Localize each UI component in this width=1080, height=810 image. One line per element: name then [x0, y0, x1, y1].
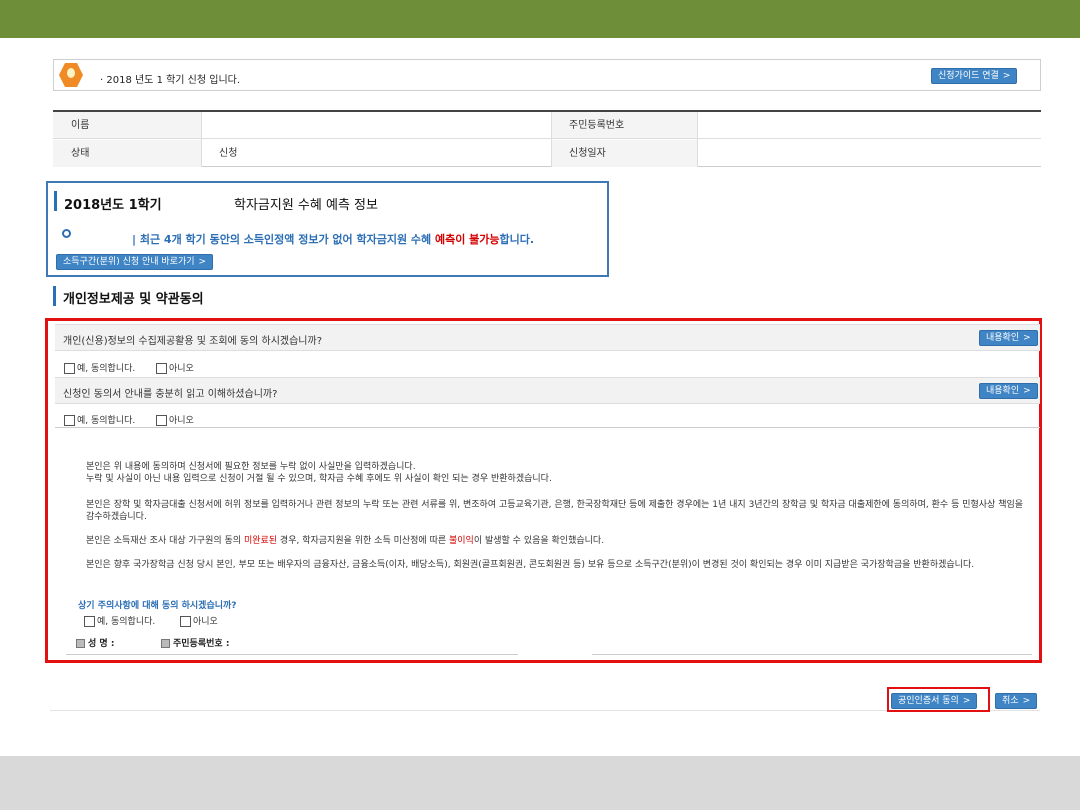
notice-paragraph-2: 본인은 장학 및 학자금대출 신청서에 허위 정보를 입력하거나 관련 정보의 … [86, 500, 1024, 522]
sign-rrn-field[interactable] [592, 654, 1032, 655]
name-value [201, 112, 551, 139]
bullet-square-icon [76, 639, 85, 648]
q3-yes-checkbox[interactable]: 예, 동의합니다. [84, 614, 155, 627]
checkbox-box [156, 415, 167, 426]
view-content-label: 내용확인 [986, 386, 1020, 396]
q2-yes-checkbox[interactable]: 예, 동의합니다. [64, 413, 135, 426]
q1-no-label: 아니오 [169, 364, 194, 374]
notice-paragraph-3-red: 불이익 [449, 536, 474, 546]
chevron-right-icon: > [198, 257, 207, 267]
view-content-label: 내용확인 [986, 333, 1020, 343]
notice-paragraph-1: 본인은 위 내용에 동의하며 신청서에 필요한 정보를 누락 없이 사실만을 입… [86, 461, 1026, 485]
consent-section-title: 개인정보제공 및 약관동의 [63, 292, 204, 307]
checkbox-box [64, 415, 75, 426]
prediction-message-red: 예측이 불가능 [434, 233, 500, 246]
notice-paragraph-3-text: 이 발생할 수 있음을 확인했습니다. [473, 536, 605, 546]
consent-question-row: 신청인 동의서 안내를 충분히 읽고 이해하셨습니까? 내용확인 > [55, 377, 1040, 404]
top-header-bar [0, 0, 1080, 38]
notice-paragraph-4: 본인은 향후 국가장학금 신청 당시 본인, 부모 또는 배우자의 금융자산, … [86, 560, 975, 570]
consent-question-row: 개인(신용)정보의 수집제공활용 및 조회에 동의 하시겠습니까? 내용확인 > [55, 324, 1040, 351]
divider [55, 427, 1040, 428]
heading-accent [54, 191, 57, 211]
guide-link-label: 신청가이드 연결 [938, 71, 999, 81]
status-value: 신청 [219, 148, 238, 159]
rrn-value [697, 112, 1041, 139]
income-bracket-guide-button[interactable]: 소득구간(분위) 신청 안내 바로가기 > [56, 254, 214, 270]
chevron-right-icon: > [1002, 71, 1011, 81]
sign-rrn-label: 주민등록번호 : [161, 636, 229, 649]
prediction-message: | 최근 4개 학기 동안의 소득인정액 정보가 없어 학자금지원 수혜 예측이… [132, 231, 534, 247]
date-value [697, 140, 1041, 167]
consent-question-3: 상기 주의사항에 대해 동의 하시겠습니까? [78, 601, 237, 611]
q1-yes-label: 예, 동의합니다. [77, 364, 136, 374]
q2-no-label: 아니오 [169, 416, 194, 426]
q2-yes-label: 예, 동의합니다. [77, 416, 136, 426]
certificate-consent-label: 공인인증서 동의 [898, 696, 959, 706]
certificate-consent-button[interactable]: 공인인증서 동의 > [891, 693, 978, 709]
name-label: 이름 [53, 112, 201, 139]
sign-rrn-text: 주민등록번호 : [173, 639, 230, 649]
q1-no-checkbox[interactable]: 아니오 [156, 361, 194, 374]
q3-no-checkbox[interactable]: 아니오 [180, 614, 218, 627]
notice-paragraph-3-text: 경우, 학자금지원을 위한 소득 미산정에 따른 [277, 536, 449, 546]
chevron-right-icon: > [1023, 386, 1031, 396]
prediction-title: 학자금지원 수혜 예측 정보 [234, 198, 378, 213]
prediction-info-box: 2018년도 1학기 학자금지원 수혜 예측 정보 | 최근 4개 학기 동안의… [46, 181, 609, 277]
applicant-info-table: 이름 주민등록번호 상태 신청 신청일자 [53, 110, 1041, 167]
notice-paragraph-3: 본인은 소득재산 조사 대상 가구원의 동의 미완료된 경우, 학자금지원을 위… [86, 535, 1026, 547]
divider [201, 112, 202, 167]
notice-paragraph-3-text: 본인은 소득재산 조사 대상 가구원의 동의 [86, 536, 244, 546]
q3-no-label: 아니오 [193, 617, 218, 627]
bullet-square-icon [161, 639, 170, 648]
checkbox-box [64, 363, 75, 374]
checkbox-box [156, 363, 167, 374]
checkbox-box [180, 616, 191, 627]
cancel-button[interactable]: 취소 > [995, 693, 1038, 709]
status-label: 상태 [53, 140, 201, 167]
notice-text: · 2018 년도 1 학기 신청 입니다. [100, 75, 241, 86]
bulb-icon [59, 63, 83, 87]
chevron-right-icon: > [1022, 696, 1031, 706]
sign-name-field[interactable] [66, 654, 518, 655]
sign-name-text: 성 명 : [88, 639, 115, 649]
guide-link-button[interactable]: 신청가이드 연결 > [931, 68, 1018, 84]
q3-yes-label: 예, 동의합니다. [97, 617, 156, 627]
prediction-message-text: | 최근 4개 학기 동안의 소득인정액 정보가 없어 학자금지원 수혜 [132, 233, 435, 246]
divider [551, 112, 552, 167]
divider [697, 112, 698, 167]
footer-bar [0, 756, 1080, 810]
cancel-label: 취소 [1002, 696, 1019, 706]
income-bracket-guide-label: 소득구간(분위) 신청 안내 바로가기 [63, 257, 195, 267]
chevron-right-icon: > [1023, 333, 1031, 343]
q1-yes-checkbox[interactable]: 예, 동의합니다. [64, 361, 135, 374]
consent-box: 개인(신용)정보의 수집제공활용 및 조회에 동의 하시겠습니까? 내용확인 > … [45, 318, 1042, 663]
checkbox-box [84, 616, 95, 627]
info-circle-icon [62, 229, 71, 238]
prediction-term: 2018년도 1학기 [64, 198, 162, 213]
chevron-right-icon: > [962, 696, 971, 706]
rrn-label: 주민등록번호 [551, 112, 697, 139]
prediction-message-end: 합니다. [499, 233, 535, 246]
notice-banner: · 2018 년도 1 학기 신청 입니다. 신청가이드 연결 > [53, 59, 1041, 91]
view-content-button-2[interactable]: 내용확인 > [979, 383, 1038, 399]
sign-name-label: 성 명 : [76, 636, 114, 649]
q2-no-checkbox[interactable]: 아니오 [156, 413, 194, 426]
notice-paragraph-3-red: 미완료된 [243, 536, 278, 546]
consent-question-2: 신청인 동의서 안내를 충분히 읽고 이해하셨습니까? [63, 389, 278, 400]
notice-paragraph-1b: 누락 및 사실이 아닌 내용 입력으로 신청이 거절 될 수 있으며, 학자금 … [86, 474, 552, 484]
date-label: 신청일자 [551, 140, 697, 167]
view-content-button-1[interactable]: 내용확인 > [979, 330, 1038, 346]
consent-question-1: 개인(신용)정보의 수집제공활용 및 조회에 동의 하시겠습니까? [63, 336, 323, 347]
notice-paragraph-1a: 본인은 위 내용에 동의하며 신청서에 필요한 정보를 누락 없이 사실만을 입… [86, 462, 416, 472]
heading-accent [53, 286, 56, 306]
